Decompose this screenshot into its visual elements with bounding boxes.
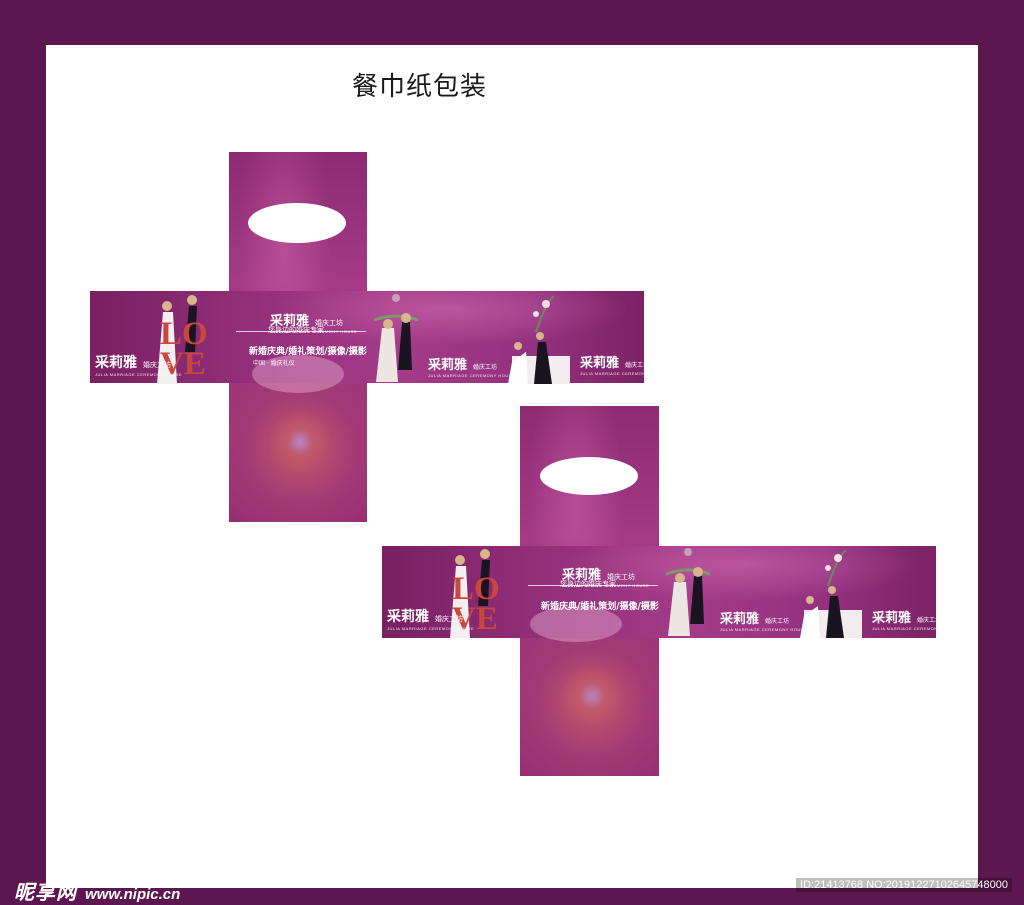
image-id-watermark: ID:21413768 NO:20191227102645748000 xyxy=(796,878,1012,892)
brand-logo-right-b: 采莉雅 婚庆工坊 JULIA MARRIAGE CEREMONY HOUSE xyxy=(872,611,960,631)
tissue-opening xyxy=(248,203,346,243)
site-logo: 昵享网 xyxy=(14,882,77,904)
flower-center xyxy=(560,664,624,728)
china-text: 中国 · 婚庆礼仪 xyxy=(253,360,295,367)
swing-couple-illustration xyxy=(373,294,419,382)
brand-logo-right-a: 采莉雅 婚庆工坊 JULIA MARRIAGE CEREMONY HOUSE xyxy=(428,358,516,378)
swing-couple-illustration xyxy=(665,548,711,636)
services-text: 新婚庆典/婚礼策划/摄像/摄影 xyxy=(249,347,367,357)
brand-logo: 采莉雅 婚庆工坊 JULIA MARRIAGE CEREMONY HOUSE xyxy=(95,355,183,377)
brand-logo-right-a: 采莉雅 婚庆工坊 JULIA MARRIAGE CEREMONY HOUSE xyxy=(720,612,808,632)
services-text: 新婚庆典/婚礼策划/摄像/摄影 xyxy=(541,602,659,612)
tagline: 您身边的婚庆专家 xyxy=(268,326,324,334)
brand-logo-right-b: 采莉雅 婚庆工坊 JULIA MARRIAGE CEREMONY HOUSE xyxy=(580,356,668,376)
cake-couple-illustration xyxy=(508,295,570,384)
cake-couple-illustration xyxy=(800,549,862,638)
artboard xyxy=(46,45,978,888)
brand-logo: 采莉雅 婚庆工坊 JULIA MARRIAGE CEREMONY HOUSE xyxy=(387,609,475,631)
tagline: 您身边的婚庆专家 xyxy=(560,580,616,588)
tissue-opening xyxy=(540,457,638,495)
site-watermark: 昵享网 www.nipic.cn xyxy=(14,876,180,905)
site-url: www.nipic.cn xyxy=(85,886,181,903)
flower-center xyxy=(268,410,332,474)
page-title: 餐巾纸包装 xyxy=(352,72,488,102)
